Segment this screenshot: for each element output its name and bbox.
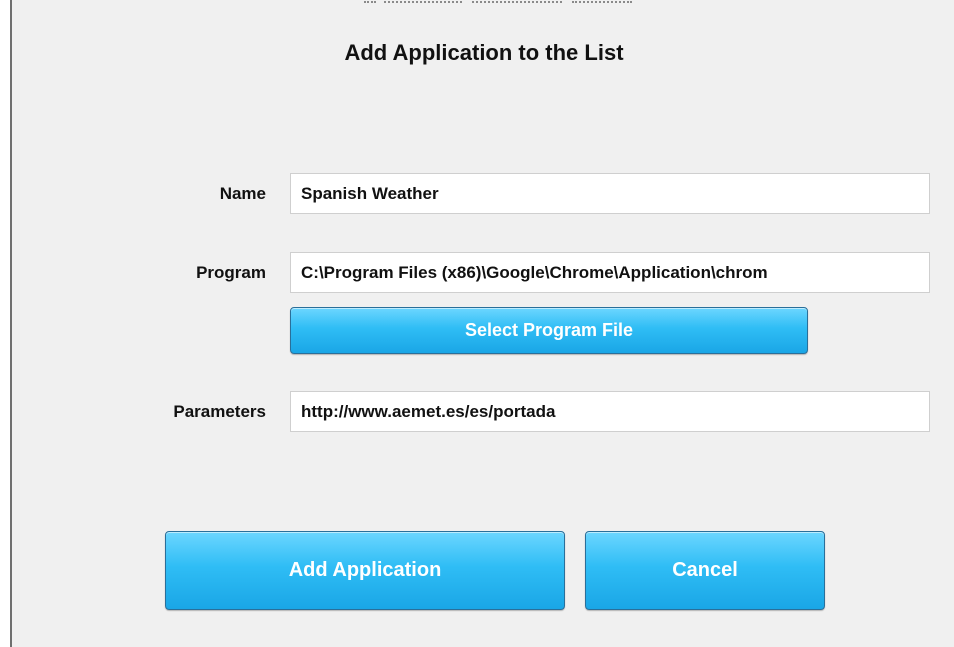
select-program-file-button[interactable]: Select Program File [290, 307, 808, 354]
program-label: Program [196, 263, 266, 282]
add-application-dialog: Add Application to the List Name Spanish… [10, 0, 954, 647]
add-application-button[interactable]: Add Application [165, 531, 565, 610]
name-label: Name [219, 184, 266, 203]
parameters-field[interactable]: http://www.aemet.es/es/portada [290, 391, 930, 432]
dialog-title: Add Application to the List [344, 40, 624, 65]
parameters-label: Parameters [173, 402, 266, 421]
cancel-button[interactable]: Cancel [585, 531, 825, 610]
cropped-text-fragment [364, 0, 632, 3]
program-field[interactable]: C:\Program Files (x86)\Google\Chrome\App… [290, 252, 930, 293]
name-field[interactable]: Spanish Weather [290, 173, 930, 214]
